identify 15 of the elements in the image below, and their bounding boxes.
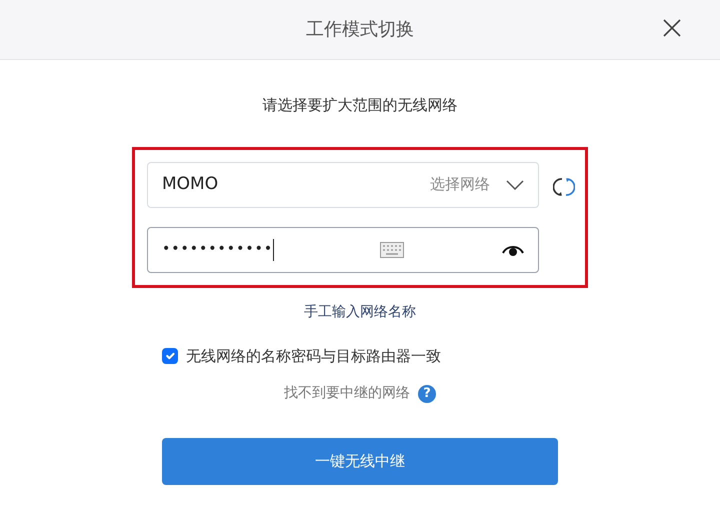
keyboard-icon[interactable] — [380, 242, 404, 258]
checkbox-label: 无线网络的名称密码与目标路由器一致 — [186, 346, 441, 366]
refresh-icon — [553, 176, 575, 198]
password-field[interactable]: •••••••••••• — [147, 226, 539, 272]
manual-entry-link[interactable]: 手工输入网络名称 — [304, 302, 416, 322]
dialog-title: 工作模式切换 — [306, 18, 414, 42]
help-button[interactable]: ? — [418, 384, 436, 402]
refresh-button[interactable] — [553, 176, 575, 198]
prompt-text: 请选择要扩大范围的无线网络 — [262, 95, 458, 116]
checkbox[interactable] — [162, 348, 178, 364]
help-text: 找不到要中继的网络 — [284, 384, 410, 403]
one-click-repeater-button[interactable]: 一键无线中继 — [162, 438, 558, 485]
close-icon — [662, 18, 682, 38]
network-select[interactable]: MOMO 选择网络 — [147, 162, 539, 208]
chevron-down-icon — [506, 180, 524, 190]
